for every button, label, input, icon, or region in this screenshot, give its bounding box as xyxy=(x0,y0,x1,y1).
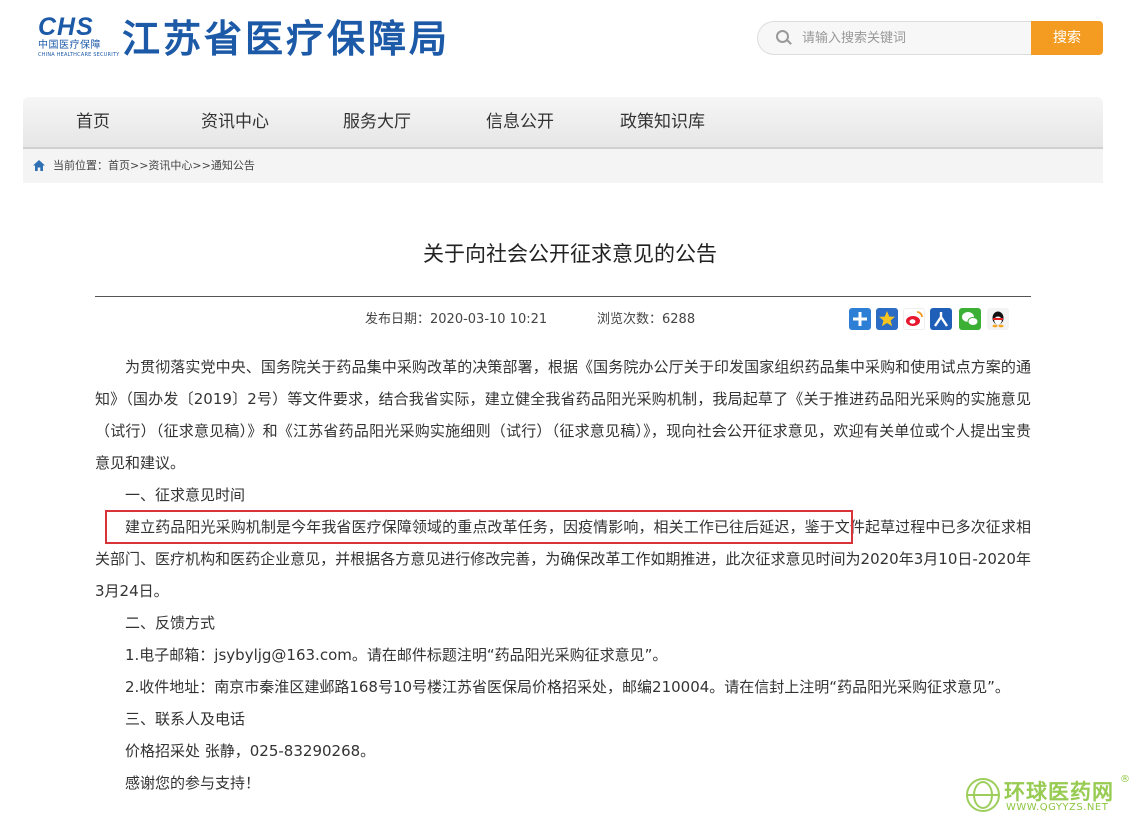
nav-item-info-disclosure[interactable]: 信息公开 xyxy=(486,97,554,147)
watermark-reg: ® xyxy=(1120,774,1130,785)
qq-icon[interactable] xyxy=(987,308,1009,330)
logo-mark: CHS xyxy=(38,13,94,41)
search-button[interactable]: 搜索 xyxy=(1031,21,1103,55)
article-body: 为贯彻落实党中央、国务院关于药品集中采购改革的决策部署，根据《国务院办公厅关于印… xyxy=(95,351,1031,799)
plus-share-icon[interactable] xyxy=(849,308,871,330)
paragraph-address: 2.收件地址：南京市秦淮区建邺路168号10号楼江苏省医保局价格招采处，邮编21… xyxy=(125,678,1010,696)
search-icon xyxy=(776,30,789,43)
site-logo[interactable]: CHS 中国医疗保障 CHINA HEALTHCARE SECURITY xyxy=(38,13,120,62)
logo-cn-text: 中国医疗保障 xyxy=(38,40,101,51)
search-box xyxy=(757,21,1031,55)
paragraph-thanks: 感谢您的参与支持！ xyxy=(125,774,261,792)
weibo-icon[interactable] xyxy=(903,308,925,330)
section-heading-time: 一、征求意见时间 xyxy=(125,486,246,504)
watermark-globe-icon xyxy=(966,778,1000,812)
site-title[interactable]: 江苏省医疗保障局 xyxy=(122,14,450,64)
breadcrumb-text[interactable]: 当前位置：首页>>资讯中心>>通知公告 xyxy=(53,149,255,183)
paragraph-contact: 价格招采处 张静，025-83290268。 xyxy=(125,742,376,760)
search-input[interactable] xyxy=(802,28,1022,48)
nav-item-news-center[interactable]: 资讯中心 xyxy=(201,97,269,147)
view-count: 浏览次数：6288 xyxy=(597,312,696,327)
qzone-star-icon[interactable] xyxy=(876,308,898,330)
nav-item-service-hall[interactable]: 服务大厅 xyxy=(343,97,411,147)
logo-en-text: CHINA HEALTHCARE SECURITY xyxy=(38,52,120,58)
section-heading-contact: 三、联系人及电话 xyxy=(125,710,246,728)
home-icon xyxy=(33,160,45,171)
paragraph-time: 建立药品阳光采购机制是今年我省医疗保障领域的重点改革任务，因疫情影响，相关工作已… xyxy=(95,518,1031,600)
article-title: 关于向社会公开征求意见的公告 xyxy=(423,242,717,266)
wechat-icon[interactable] xyxy=(959,308,981,330)
publish-date: 发布日期：2020-03-10 10:21 xyxy=(365,312,548,327)
watermark-url: WWW.QGYYZS.NET xyxy=(1006,802,1109,813)
breadcrumb: 当前位置：首页>>资讯中心>>通知公告 xyxy=(23,149,1103,183)
section-heading-feedback: 二、反馈方式 xyxy=(125,614,216,632)
nav-item-home[interactable]: 首页 xyxy=(76,97,110,147)
main-nav: 首页 资讯中心 服务大厅 信息公开 政策知识库 xyxy=(23,97,1103,149)
paragraph-intro: 为贯彻落实党中央、国务院关于药品集中采购改革的决策部署，根据《国务院办公厅关于印… xyxy=(95,358,1031,472)
renren-icon[interactable] xyxy=(930,308,952,330)
title-divider xyxy=(95,296,1031,297)
paragraph-email: 1.电子邮箱：jsybyljg@163.com。请在邮件标题注明“药品阳光采购征… xyxy=(125,646,668,664)
nav-item-policy-library[interactable]: 政策知识库 xyxy=(620,97,705,147)
